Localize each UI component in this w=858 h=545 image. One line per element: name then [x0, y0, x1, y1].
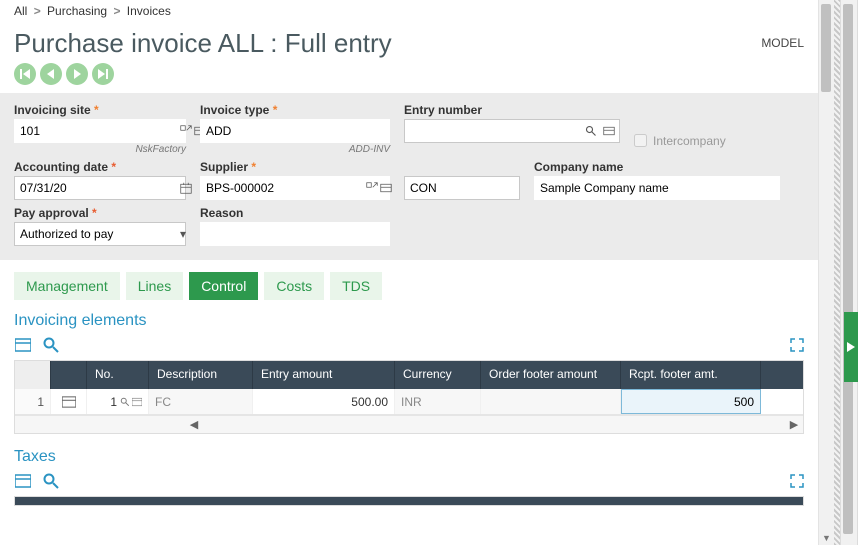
col-order-footer-amount[interactable]: Order footer amount: [481, 361, 621, 389]
cell-order-footer-amount[interactable]: [481, 389, 621, 414]
col-description[interactable]: Description: [149, 361, 253, 389]
pay-approval-label: Pay approval *: [14, 206, 186, 220]
inner-vertical-scrollbar[interactable]: ▼: [818, 0, 834, 545]
row-card-icon[interactable]: [51, 389, 87, 414]
supplier-code-input[interactable]: [404, 176, 520, 200]
col-rcpt-footer-amt[interactable]: Rcpt. footer amt.: [621, 361, 761, 389]
accounting-date-input[interactable]: [14, 176, 186, 200]
invoice-type-input[interactable]: [200, 119, 390, 143]
selection-icon[interactable]: [180, 123, 192, 139]
supplier-input[interactable]: [200, 176, 390, 200]
last-record-button[interactable]: [92, 63, 114, 85]
page-title: Purchase invoice ALL : Full entry: [14, 28, 392, 59]
col-rowicon: [51, 361, 87, 389]
accounting-date-label: Accounting date *: [14, 160, 186, 174]
search-icon[interactable]: [583, 123, 599, 139]
scroll-left-icon[interactable]: ◀: [185, 418, 203, 431]
entry-number-input[interactable]: [404, 119, 620, 143]
grid-row[interactable]: 1 1 FC 500.00 INR: [15, 389, 803, 415]
invoice-type-label: Invoice type *: [200, 103, 390, 117]
previous-record-button[interactable]: [40, 63, 62, 85]
row-index: 1: [15, 389, 51, 414]
search-icon[interactable]: [42, 336, 60, 354]
chevron-right-icon: >: [113, 4, 120, 18]
breadcrumb: All > Purchasing > Invoices: [0, 0, 818, 22]
intercompany-label: Intercompany: [653, 134, 726, 148]
tab-tds[interactable]: TDS: [330, 272, 382, 300]
col-no[interactable]: No.: [87, 361, 149, 389]
card-icon[interactable]: [132, 397, 142, 407]
invoicing-site-input[interactable]: [14, 119, 186, 143]
invoice-type-caption: ADD-INV: [200, 144, 390, 156]
model-label: MODEL: [761, 36, 804, 50]
breadcrumb-item[interactable]: All: [14, 4, 27, 18]
expand-icon[interactable]: [790, 338, 804, 352]
tabs: Management Lines Control Costs TDS: [0, 260, 818, 306]
card-icon[interactable]: [14, 336, 32, 354]
scroll-right-icon[interactable]: ▶: [785, 418, 803, 431]
invoicing-site-label: Invoicing site *: [14, 103, 186, 117]
supplier-label: Supplier *: [200, 160, 390, 174]
supplier-code-label: [404, 160, 520, 174]
col-handle: [15, 361, 51, 389]
card-icon[interactable]: [601, 123, 617, 139]
reason-label: Reason: [200, 206, 390, 220]
slideout-handle[interactable]: [844, 312, 858, 382]
cell-description[interactable]: FC: [149, 389, 253, 414]
search-icon[interactable]: [42, 472, 60, 490]
breadcrumb-item[interactable]: Purchasing: [47, 4, 107, 18]
tab-lines[interactable]: Lines: [126, 272, 183, 300]
card-icon[interactable]: [380, 180, 392, 196]
tab-control[interactable]: Control: [189, 272, 258, 300]
outer-vertical-scrollbar[interactable]: [840, 0, 858, 545]
grid-header: No. Description Entry amount Currency Or…: [15, 361, 803, 389]
tab-costs[interactable]: Costs: [264, 272, 324, 300]
expand-icon[interactable]: [790, 474, 804, 488]
chevron-right-icon: >: [34, 4, 41, 18]
reason-input[interactable]: [200, 222, 390, 246]
taxes-grid: [14, 496, 804, 506]
company-name-label: Company name: [534, 160, 780, 174]
header-form: Invoicing site * NskFactory Invoice type…: [0, 93, 818, 260]
taxes-title: Taxes: [0, 442, 818, 470]
grid-horizontal-scrollbar[interactable]: ◀ ▶: [15, 415, 803, 433]
invoicing-elements-title: Invoicing elements: [0, 306, 818, 334]
pay-approval-select[interactable]: ▾: [14, 222, 186, 246]
cell-rcpt-footer-amt[interactable]: [621, 389, 761, 414]
cell-no[interactable]: 1: [87, 389, 149, 414]
breadcrumb-item[interactable]: Invoices: [127, 4, 171, 18]
invoicing-elements-grid: No. Description Entry amount Currency Or…: [14, 360, 804, 434]
first-record-button[interactable]: [14, 63, 36, 85]
tab-management[interactable]: Management: [14, 272, 120, 300]
intercompany-checkbox[interactable]: Intercompany: [634, 125, 726, 156]
cell-currency[interactable]: INR: [395, 389, 481, 414]
invoicing-site-caption: NskFactory: [14, 144, 186, 156]
entry-number-label: Entry number: [404, 103, 620, 117]
next-record-button[interactable]: [66, 63, 88, 85]
chevron-down-icon[interactable]: ▾: [180, 226, 186, 242]
search-icon[interactable]: [120, 397, 130, 407]
company-name-input[interactable]: [534, 176, 780, 200]
card-icon[interactable]: [14, 472, 32, 490]
col-currency[interactable]: Currency: [395, 361, 481, 389]
selection-icon[interactable]: [366, 180, 378, 196]
col-entry-amount[interactable]: Entry amount: [253, 361, 395, 389]
calendar-icon[interactable]: [180, 180, 192, 196]
cell-entry-amount[interactable]: 500.00: [253, 389, 395, 414]
